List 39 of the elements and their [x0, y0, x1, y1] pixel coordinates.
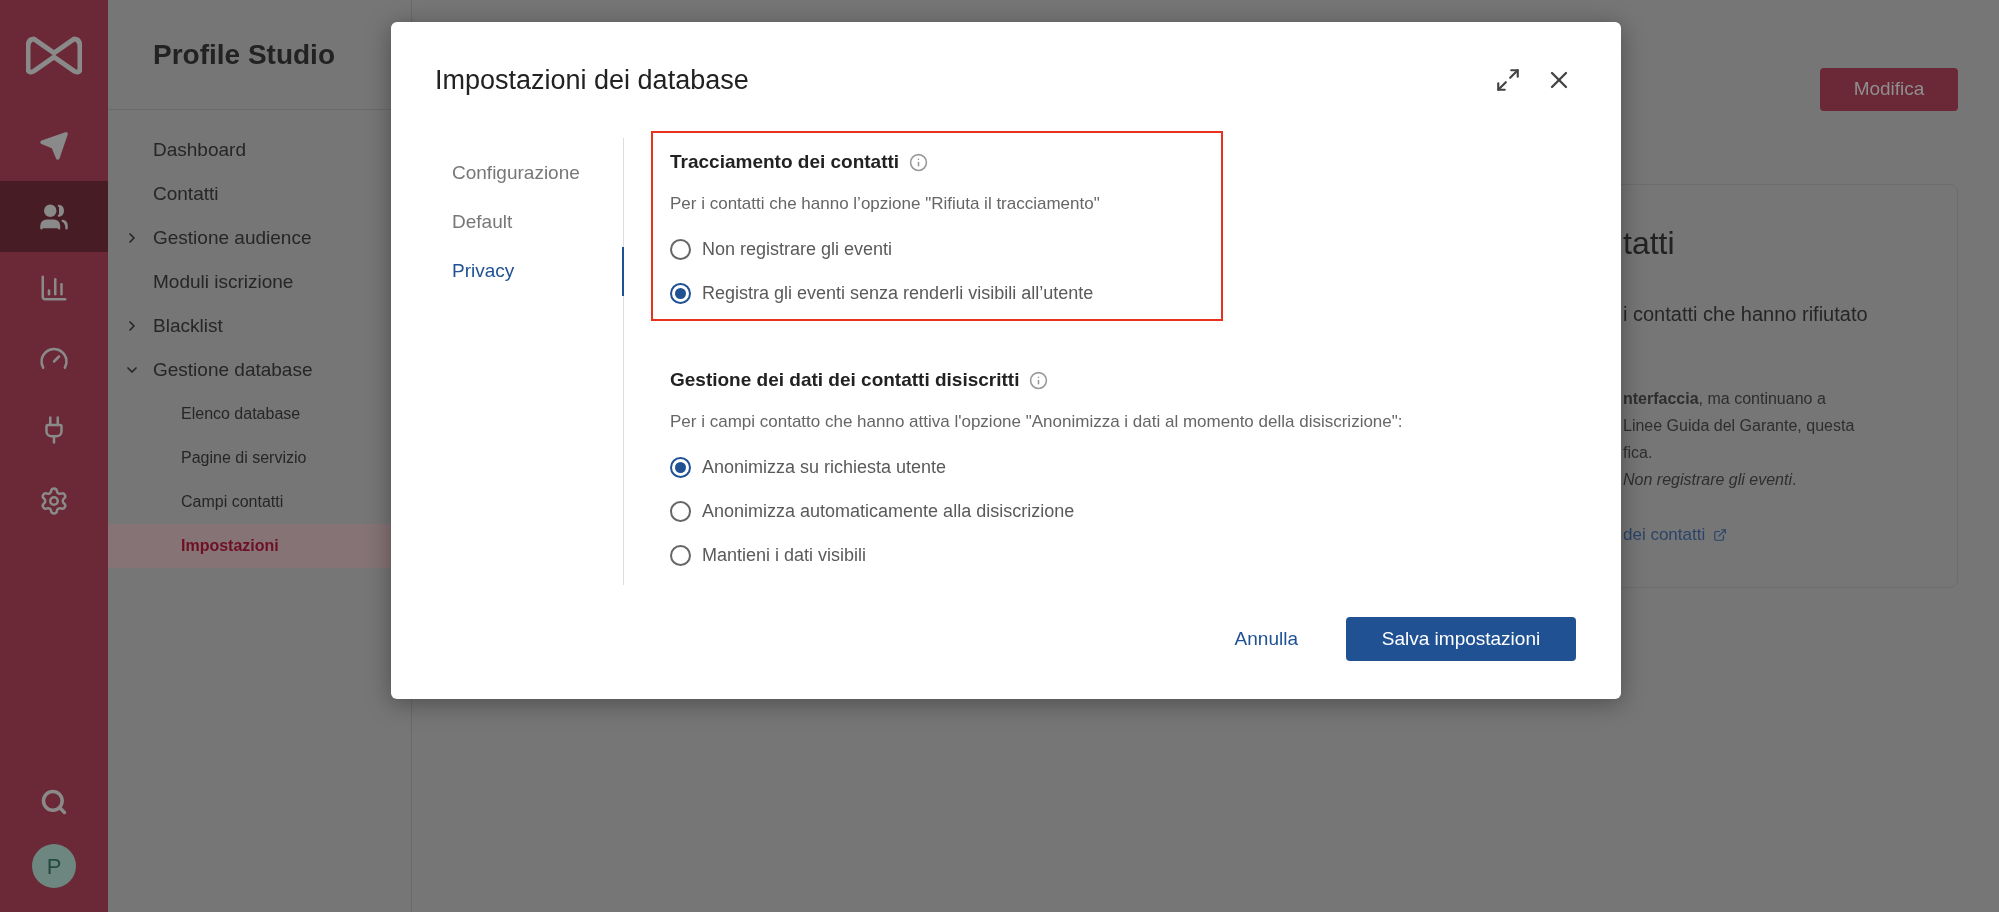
radio-option[interactable]: Anonimizza su richiesta utente	[670, 445, 1403, 489]
radio-button[interactable]	[670, 456, 691, 478]
radio-option[interactable]: Anonimizza automaticamente alla disiscrizione	[670, 489, 1403, 533]
workspace-title: Profile Studio	[153, 37, 335, 72]
save-button[interactable]: Salva impostazioni	[1346, 617, 1576, 661]
section-title: Tracciamento dei contatti	[670, 149, 900, 174]
send-icon	[39, 130, 69, 161]
radio-option[interactable]: Registra gli eventi senza renderli visibili all’utente	[670, 271, 1204, 315]
search-icon[interactable]	[40, 788, 68, 816]
radio-option[interactable]: Mantieni i dati visibili	[670, 533, 1403, 577]
gear-icon	[39, 485, 69, 516]
card-paragraph: nterfaccia, ma continuano a Linee Guida del Garante, questa fica. Non registrare gli eventi.	[1623, 389, 1856, 490]
sidebar-item[interactable]: Blacklist	[108, 304, 411, 348]
section-title: Gestione dei dati dei contatti disiscritti	[670, 367, 1020, 392]
sidebar-item[interactable]: Gestione audience	[108, 216, 411, 260]
radio-option[interactable]: Non registrare gli eventi	[670, 227, 1204, 271]
radio-button[interactable]	[670, 500, 691, 522]
settings-tab[interactable]: Configurazione	[452, 149, 624, 198]
radio-button[interactable]	[670, 238, 691, 260]
expand-icon[interactable]	[1495, 67, 1521, 93]
section-description: Per i campi contatto che hanno attiva l'opzione "Anonimizza i dati al momento della disiscrizione":	[670, 411, 1403, 434]
section-description: Per i contatti che hanno l’opzione "Rifiuta il tracciamento"	[670, 193, 1101, 216]
rail-item[interactable]	[0, 181, 108, 252]
dialog-title: Impostazioni dei database	[435, 63, 749, 97]
external-link-icon	[1713, 527, 1728, 542]
settings-tab[interactable]: Privacy	[452, 247, 624, 296]
settings-tab[interactable]: Default	[452, 198, 624, 247]
cancel-button[interactable]: Annulla	[1232, 617, 1300, 661]
radio-button[interactable]	[670, 282, 691, 304]
card-subtitle: i contatti che hanno rifiutato	[1623, 302, 1869, 327]
avatar[interactable]: P	[32, 844, 76, 888]
edit-button[interactable]: Modifica	[1820, 68, 1958, 111]
info-icon[interactable]	[1029, 370, 1049, 390]
info-icon[interactable]	[909, 152, 929, 172]
radio-button[interactable]	[670, 544, 691, 566]
card-heading: tatti	[1623, 224, 1676, 263]
sidebar-item[interactable]: Gestione database	[108, 348, 411, 392]
card-link[interactable]: dei contatti	[1623, 522, 1957, 548]
logo-icon	[26, 35, 82, 75]
